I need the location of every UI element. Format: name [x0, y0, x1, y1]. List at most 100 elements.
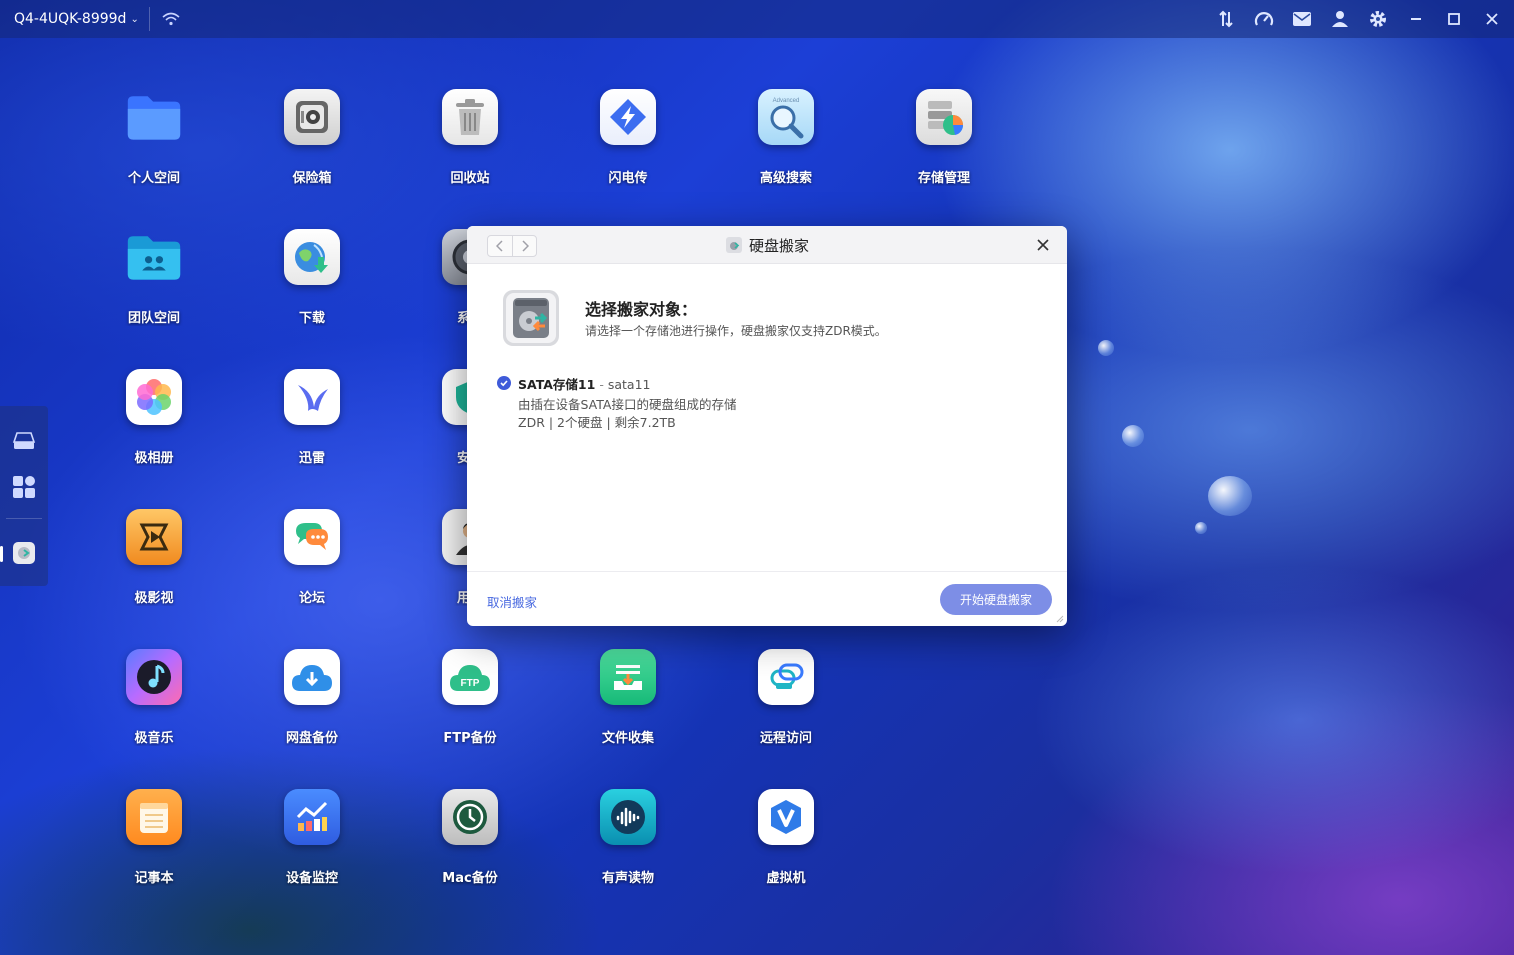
app-photos[interactable]: 极相册: [99, 369, 209, 489]
app-label: Mac备份: [442, 871, 498, 886]
app-cloud-backup[interactable]: 网盘备份: [257, 649, 367, 769]
water-drop: [1208, 476, 1252, 516]
app-remote-access[interactable]: 远程访问: [731, 649, 841, 769]
ftp-text: FTP: [461, 678, 480, 689]
app-file-collect[interactable]: 文件收集: [573, 649, 683, 769]
left-dock: [0, 406, 48, 586]
app-virtual-machine[interactable]: 虚拟机: [731, 789, 841, 909]
disk-migration-icon: [725, 237, 742, 253]
device-selector[interactable]: Q4-4UQK-8999d ⌄: [0, 11, 139, 27]
app-forum[interactable]: 论坛: [257, 509, 367, 629]
active-indicator: [0, 546, 3, 562]
pool-separator: -: [599, 377, 604, 392]
app-label: 迅雷: [298, 451, 325, 466]
dialog-heading: 选择搬家对象：: [585, 300, 698, 319]
device-name: Q4-4UQK-8999d: [14, 11, 127, 27]
search-icon: Advanced: [758, 89, 814, 145]
hard-disk-icon: [503, 290, 559, 346]
folder-icon: [126, 89, 182, 145]
divider: [148, 7, 150, 31]
vm-icon: [758, 789, 814, 845]
app-personal-space[interactable]: 个人空间: [99, 89, 209, 209]
close-icon[interactable]: [1482, 9, 1502, 29]
app-download[interactable]: 下载: [257, 229, 367, 349]
cancel-migration-link[interactable]: 取消搬家: [487, 592, 537, 611]
app-label: 存储管理: [917, 171, 970, 186]
dialog-title-text: 硬盘搬家: [748, 236, 809, 255]
app-label: 记事本: [134, 871, 174, 886]
app-label: 设备监控: [285, 871, 338, 886]
app-mac-backup[interactable]: Mac备份: [415, 789, 525, 909]
top-right-controls: [1216, 0, 1502, 38]
dock-divider: [6, 518, 42, 519]
dialog-title: 硬盘搬家: [467, 226, 1067, 264]
app-ftp-backup[interactable]: FTP FTP备份: [415, 649, 525, 769]
app-safe[interactable]: 保险箱: [257, 89, 367, 209]
xunlei-icon: [284, 369, 340, 425]
app-notepad[interactable]: 记事本: [99, 789, 209, 909]
app-label: 远程访问: [759, 731, 812, 746]
app-team-space[interactable]: 团队空间: [99, 229, 209, 349]
minimize-icon[interactable]: [1406, 9, 1426, 29]
start-migration-button[interactable]: 开始硬盘搬家: [940, 584, 1052, 615]
apps-grid-icon[interactable]: [11, 474, 37, 500]
checkmark-icon[interactable]: [497, 376, 511, 390]
photos-icon: [126, 369, 182, 425]
wifi-icon: [162, 12, 180, 26]
monitor-icon: [284, 789, 340, 845]
app-music[interactable]: 极音乐: [99, 649, 209, 769]
mac-backup-icon: [442, 789, 498, 845]
pool-description: 由插在设备SATA接口的硬盘组成的存储: [518, 397, 737, 412]
app-label: 网盘备份: [285, 731, 338, 746]
app-audiobook[interactable]: 有声读物: [573, 789, 683, 909]
maximize-icon[interactable]: [1444, 9, 1464, 29]
app-storage-manager[interactable]: 存储管理: [889, 89, 999, 209]
speed-icon[interactable]: [1254, 9, 1274, 29]
drive-icon[interactable]: [11, 428, 37, 454]
mail-icon[interactable]: [1292, 9, 1312, 29]
app-label: 回收站: [450, 171, 490, 186]
app-label: 极影视: [134, 591, 174, 606]
app-label: 团队空间: [127, 311, 180, 326]
water-drop: [1098, 340, 1114, 356]
transfer-icon[interactable]: [1216, 9, 1236, 29]
disk-migration-icon[interactable]: [11, 540, 37, 566]
safe-icon: [284, 89, 340, 145]
notepad-icon: [126, 789, 182, 845]
pool-name: SATA存储11: [518, 377, 596, 392]
app-advanced-search[interactable]: Advanced 高级搜索: [731, 89, 841, 209]
dialog-footer: 取消搬家 开始硬盘搬家: [467, 571, 1067, 626]
file-collect-icon: [600, 649, 656, 705]
settings-icon[interactable]: [1368, 9, 1388, 29]
cloud-backup-icon: [284, 649, 340, 705]
storage-icon: [916, 89, 972, 145]
app-label: 极音乐: [134, 731, 174, 746]
app-flash-transfer[interactable]: 闪电传: [573, 89, 683, 209]
app-video[interactable]: 极影视: [99, 509, 209, 629]
forum-icon: [284, 509, 340, 565]
ftp-icon: FTP: [442, 649, 498, 705]
app-recycle-bin[interactable]: 回收站: [415, 89, 525, 209]
pool-id: sata11: [607, 377, 651, 392]
water-drop: [1195, 522, 1207, 534]
app-xunlei[interactable]: 迅雷: [257, 369, 367, 489]
app-device-monitor[interactable]: 设备监控: [257, 789, 367, 909]
user-icon[interactable]: [1330, 9, 1350, 29]
app-label: 保险箱: [292, 171, 332, 186]
remote-access-icon: [758, 649, 814, 705]
app-label: 论坛: [298, 591, 325, 606]
resize-grip-icon[interactable]: [1056, 615, 1064, 623]
app-label: 文件收集: [601, 731, 654, 746]
dialog-close-icon[interactable]: [1033, 235, 1053, 255]
top-bar: Q4-4UQK-8999d ⌄: [0, 0, 1514, 38]
music-icon: [126, 649, 182, 705]
app-label: FTP备份: [443, 731, 497, 746]
app-label: 个人空间: [127, 171, 180, 186]
video-icon: [126, 509, 182, 565]
download-globe-icon: [284, 229, 340, 285]
water-drop: [1122, 425, 1144, 447]
advanced-badge: Advanced: [773, 98, 800, 104]
dialog-header: 硬盘搬家: [467, 226, 1067, 264]
dialog-subtitle: 请选择一个存储池进行操作，硬盘搬家仅支持ZDR模式。: [585, 324, 887, 338]
team-folder-icon: [126, 229, 182, 285]
